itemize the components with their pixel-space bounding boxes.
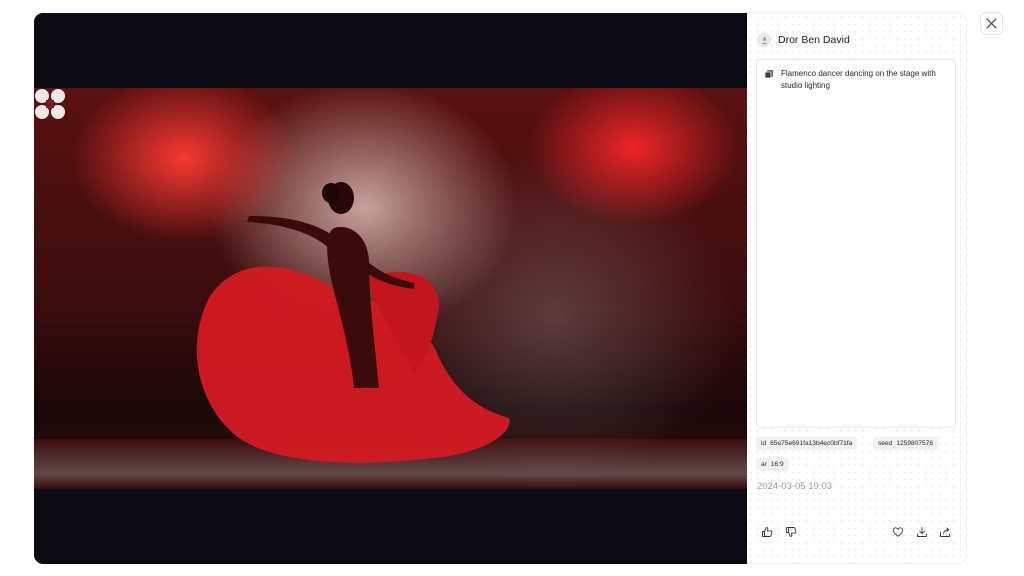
- favorite-button[interactable]: [891, 525, 905, 539]
- details-panel: Dror Ben David Flamenco dancer dancing o…: [747, 13, 967, 564]
- dislike-button[interactable]: [784, 525, 798, 539]
- seed-value: 1259807576: [896, 440, 933, 447]
- download-icon: [917, 527, 927, 537]
- flamenco-dancer-illustration: [196, 182, 510, 463]
- like-button[interactable]: [760, 525, 774, 539]
- prompt-card: Flamenco dancer dancing on the stage wit…: [756, 59, 956, 428]
- id-value: 65e75e691fa13b4ec0bf71fa: [770, 440, 853, 447]
- author-name[interactable]: Dror Ben David: [778, 34, 850, 46]
- download-button[interactable]: [915, 525, 929, 539]
- copy-icon[interactable]: [764, 69, 774, 79]
- share-icon: [940, 527, 950, 537]
- generated-image[interactable]: [34, 88, 747, 489]
- id-label: id: [761, 440, 767, 447]
- id-chip[interactable]: id 65e75e691fa13b4ec0bf71fa: [756, 437, 858, 450]
- seed-chip[interactable]: seed 1259807576: [873, 437, 938, 450]
- image-viewer: [34, 13, 747, 564]
- ar-label: ar: [761, 461, 767, 468]
- author-row[interactable]: Dror Ben David: [757, 33, 850, 47]
- thumbs-up-icon: [762, 527, 773, 537]
- thumbs-down-icon: [786, 527, 797, 537]
- user-avatar-icon: [761, 36, 767, 44]
- heart-icon: [892, 527, 904, 537]
- timestamp: 2024-03-05 19:03: [757, 481, 833, 492]
- close-icon: [986, 18, 997, 29]
- brand-logo-icon: [35, 89, 65, 119]
- seed-label: seed: [878, 440, 893, 447]
- avatar[interactable]: [757, 33, 771, 47]
- aspect-ratio-chip[interactable]: ar 16:9: [756, 458, 789, 471]
- action-bar: [747, 525, 966, 541]
- close-button[interactable]: [980, 12, 1003, 35]
- prompt-text: Flamenco dancer dancing on the stage wit…: [781, 69, 936, 90]
- ar-value: 16:9: [770, 461, 784, 468]
- share-button[interactable]: [938, 525, 952, 539]
